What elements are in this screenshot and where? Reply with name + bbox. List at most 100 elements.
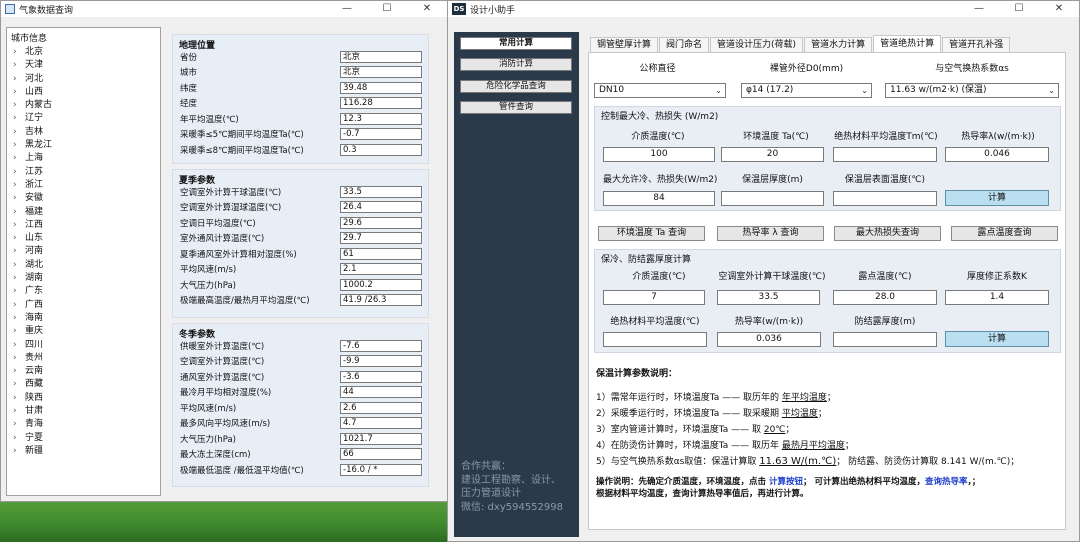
city-tree-item[interactable]: › 辽宁 — [7, 112, 160, 125]
chevron-right-icon[interactable]: › — [13, 392, 25, 405]
chevron-right-icon[interactable]: › — [13, 312, 25, 325]
ambient-temp-query-button[interactable]: 环境温度 Ta 查询 — [598, 226, 705, 241]
chevron-right-icon[interactable]: › — [13, 139, 25, 152]
sidebar-fire-calc-button[interactable]: 消防计算 — [460, 58, 572, 71]
param-value-field[interactable]: 41.9 /26.3 — [340, 294, 422, 307]
heat-loss-calc-button[interactable]: 计算 — [945, 190, 1049, 206]
chevron-right-icon[interactable]: › — [13, 339, 25, 352]
city-tree-item[interactable]: › 甘肃 — [7, 405, 160, 418]
chevron-right-icon[interactable]: › — [13, 179, 25, 192]
city-tree-item[interactable]: › 河南 — [7, 245, 160, 258]
city-tree-item[interactable]: › 内蒙古 — [7, 99, 160, 112]
param-value-field[interactable]: 2.1 — [340, 263, 422, 276]
param-value-field[interactable]: 北京 — [340, 50, 422, 63]
param-value-field[interactable]: 66 — [340, 448, 422, 461]
chevron-right-icon[interactable]: › — [13, 285, 25, 298]
maximize-icon[interactable]: ☐ — [999, 1, 1039, 17]
nominal-diameter-select[interactable]: DN10 ⌄ — [594, 83, 726, 98]
chevron-right-icon[interactable]: › — [13, 206, 25, 219]
tab-valve-naming[interactable]: 阀门命名 — [659, 37, 710, 52]
param-value-field[interactable]: 北京 — [340, 66, 422, 79]
city-tree-item[interactable]: › 北京 — [7, 46, 160, 59]
tab-hydraulic[interactable]: 管道水力计算 — [804, 37, 873, 52]
maximize-icon[interactable]: ☐ — [367, 1, 407, 17]
param-value-field[interactable]: 39.48 — [340, 81, 422, 94]
chevron-right-icon[interactable]: › — [13, 73, 25, 86]
chevron-right-icon[interactable]: › — [13, 445, 25, 458]
thickness-correction-input[interactable]: 1.4 — [945, 290, 1049, 305]
max-loss-input[interactable]: 84 — [603, 191, 715, 206]
city-tree-item[interactable]: › 山东 — [7, 232, 160, 245]
param-value-field[interactable]: 4.7 — [340, 417, 422, 430]
tab-design-pressure[interactable]: 管道设计压力(荷载) — [710, 37, 804, 52]
dew-point-input[interactable]: 28.0 — [833, 290, 937, 305]
param-value-field[interactable]: 116.28 — [340, 97, 422, 110]
chevron-right-icon[interactable]: › — [13, 405, 25, 418]
chevron-right-icon[interactable]: › — [13, 325, 25, 338]
chevron-right-icon[interactable]: › — [13, 126, 25, 139]
tab-pipe-wall[interactable]: 钢管壁厚计算 — [590, 37, 659, 52]
city-tree-item[interactable]: › 河北 — [7, 73, 160, 86]
city-tree-item[interactable]: › 上海 — [7, 152, 160, 165]
chevron-right-icon[interactable]: › — [13, 432, 25, 445]
city-tree-item[interactable]: › 湖北 — [7, 259, 160, 272]
param-value-field[interactable]: -3.6 — [340, 370, 422, 383]
chevron-right-icon[interactable]: › — [13, 59, 25, 72]
surface-temp-input[interactable] — [833, 191, 937, 206]
dew-point-query-button[interactable]: 露点温度查询 — [951, 226, 1058, 241]
conductivity-input[interactable]: 0.046 — [945, 147, 1049, 162]
city-tree-item[interactable]: › 广西 — [7, 299, 160, 312]
city-tree-item[interactable]: › 重庆 — [7, 325, 160, 338]
city-tree-item[interactable]: › 山西 — [7, 86, 160, 99]
param-value-field[interactable]: 29.7 — [340, 232, 422, 245]
city-tree-item[interactable]: › 四川 — [7, 339, 160, 352]
city-tree-item[interactable]: › 江苏 — [7, 166, 160, 179]
minimize-icon[interactable]: — — [327, 1, 367, 17]
outer-diameter-select[interactable]: φ14 (17.2) ⌄ — [741, 83, 872, 98]
city-tree-item[interactable]: › 天津 — [7, 59, 160, 72]
city-tree-item[interactable]: › 浙江 — [7, 179, 160, 192]
chevron-right-icon[interactable]: › — [13, 166, 25, 179]
param-value-field[interactable]: 2.6 — [340, 401, 422, 414]
city-tree-item[interactable]: › 宁夏 — [7, 432, 160, 445]
anti-condensation-thickness-input[interactable] — [833, 332, 937, 347]
param-value-field[interactable]: -0.7 — [340, 128, 422, 141]
ambient-temp-input[interactable]: 20 — [721, 147, 824, 162]
chevron-right-icon[interactable]: › — [13, 99, 25, 112]
sidebar-hazchem-button[interactable]: 危险化学品查询 — [460, 80, 572, 93]
chevron-right-icon[interactable]: › — [13, 192, 25, 205]
chevron-right-icon[interactable]: › — [13, 152, 25, 165]
chevron-right-icon[interactable]: › — [13, 112, 25, 125]
city-tree-item[interactable]: › 贵州 — [7, 352, 160, 365]
param-value-field[interactable]: 61 — [340, 247, 422, 260]
close-icon[interactable]: ✕ — [407, 1, 447, 17]
param-value-field[interactable]: 1000.2 — [340, 278, 422, 291]
city-tree-item[interactable]: › 安徽 — [7, 192, 160, 205]
chevron-right-icon[interactable]: › — [13, 46, 25, 59]
city-tree-item[interactable]: › 黑龙江 — [7, 139, 160, 152]
city-tree-item[interactable]: › 福建 — [7, 206, 160, 219]
param-value-field[interactable]: -9.9 — [340, 355, 422, 368]
cond-medium-temp-input[interactable]: 7 — [603, 290, 705, 305]
insulation-thickness-input[interactable] — [721, 191, 824, 206]
city-tree-item[interactable]: › 湖南 — [7, 272, 160, 285]
minimize-icon[interactable]: — — [959, 1, 999, 17]
close-icon[interactable]: ✕ — [1039, 1, 1079, 17]
param-value-field[interactable]: 0.3 — [340, 143, 422, 156]
chevron-right-icon[interactable]: › — [13, 352, 25, 365]
param-value-field[interactable]: -16.0 / * — [340, 463, 422, 476]
medium-temp-input[interactable]: 100 — [603, 147, 715, 162]
condensation-calc-button[interactable]: 计算 — [945, 331, 1049, 347]
cond-conductivity-input[interactable]: 0.036 — [717, 332, 821, 347]
param-value-field[interactable]: 29.6 — [340, 216, 422, 229]
city-tree-item[interactable]: › 陕西 — [7, 392, 160, 405]
city-tree-item[interactable]: › 江西 — [7, 219, 160, 232]
max-loss-query-button[interactable]: 最大热损失查询 — [834, 226, 941, 241]
param-value-field[interactable]: 44 — [340, 386, 422, 399]
chevron-right-icon[interactable]: › — [13, 299, 25, 312]
city-tree-item[interactable]: › 吉林 — [7, 126, 160, 139]
param-value-field[interactable]: 12.3 — [340, 112, 422, 125]
tab-opening-reinforce[interactable]: 管道开孔补强 — [942, 37, 1011, 52]
chevron-right-icon[interactable]: › — [13, 219, 25, 232]
city-tree-item[interactable]: › 青海 — [7, 418, 160, 431]
